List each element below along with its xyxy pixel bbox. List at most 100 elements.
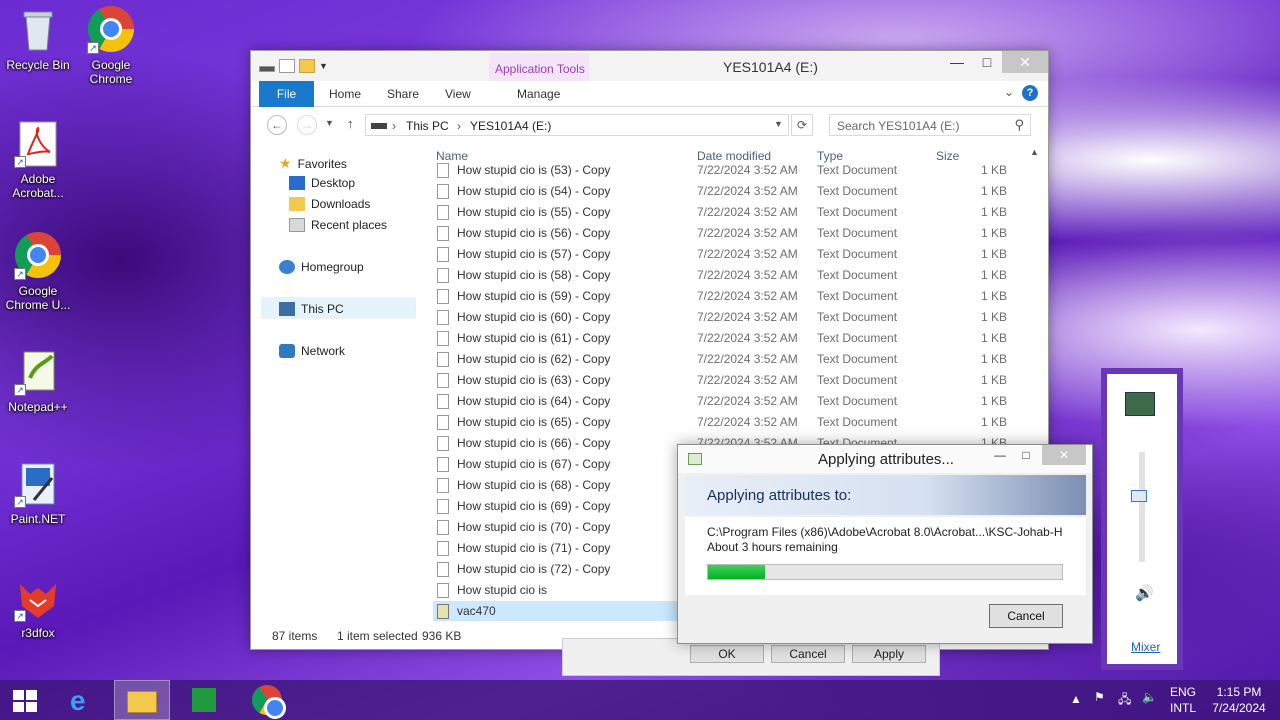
cancel-button[interactable]: Cancel — [771, 645, 845, 663]
ok-button[interactable]: OK — [690, 645, 764, 663]
computer-icon — [279, 302, 295, 316]
desktop-icon-recycle-bin[interactable]: Recycle Bin — [0, 6, 76, 72]
breadcrumb-drive[interactable]: YES101A4 (E:) — [470, 119, 551, 133]
refresh-button[interactable]: ⟳ — [791, 114, 813, 136]
file-size: 1 KB — [981, 184, 1008, 198]
chrome-icon — [252, 685, 286, 719]
properties-icon[interactable] — [279, 59, 295, 73]
file-name: How stupid cio is (56) - Copy — [457, 226, 611, 240]
close-button[interactable]: ✕ — [1002, 51, 1048, 73]
navigation-bar: ← → ▼ ↑ › This PC › YES101A4 (E:) ▼ ⟳ Se… — [251, 107, 1048, 143]
new-folder-icon[interactable] — [299, 59, 315, 73]
address-bar[interactable]: › This PC › YES101A4 (E:) ▼ — [365, 114, 789, 136]
cancel-button[interactable]: Cancel — [989, 604, 1063, 628]
taskbar-file-explorer[interactable] — [114, 680, 170, 720]
item-count: 87 items — [272, 629, 318, 643]
tab-view[interactable]: View — [445, 87, 471, 101]
table-row[interactable]: How stupid cio is (59) - Copy 7/22/2024 3… — [433, 286, 1033, 307]
sidebar-item-favorites[interactable]: ★ Favorites — [279, 155, 347, 172]
volume-tray-icon[interactable]: 🔈 — [1142, 690, 1157, 704]
maximize-button[interactable]: □ — [972, 51, 1002, 73]
sidebar-item-desktop[interactable]: Desktop — [289, 176, 355, 190]
table-row[interactable]: How stupid cio is (57) - Copy 7/22/2024 3… — [433, 244, 1033, 265]
chevron-down-icon[interactable]: ⌄ — [1004, 85, 1014, 99]
file-size: 1 KB — [981, 331, 1008, 345]
taskbar-store[interactable] — [176, 680, 232, 720]
taskbar-chrome[interactable] — [238, 680, 294, 720]
desktop-icon-paintnet[interactable]: ↗ Paint.NET — [0, 460, 76, 526]
file-name: How stupid cio is — [457, 583, 548, 597]
sidebar-item-homegroup[interactable]: Homegroup — [279, 260, 364, 274]
tab-home[interactable]: Home — [329, 87, 361, 101]
file-name: How stupid cio is (55) - Copy — [457, 205, 611, 219]
text-document-icon — [437, 541, 449, 556]
minimize-button[interactable]: — — [986, 445, 1014, 465]
sidebar-item-label: This PC — [301, 302, 344, 316]
forward-button[interactable]: → — [297, 115, 317, 135]
desktop-icon-label: Adobe Acrobat... — [12, 172, 64, 200]
mixer-link[interactable]: Mixer — [1131, 640, 1160, 654]
table-row[interactable]: How stupid cio is (61) - Copy 7/22/2024 3… — [433, 328, 1033, 349]
apply-button[interactable]: Apply — [852, 645, 926, 663]
minimize-button[interactable]: — — [942, 51, 972, 73]
maximize-button[interactable]: □ — [1012, 445, 1040, 465]
file-date: 7/22/2024 3:52 AM — [697, 331, 798, 345]
desktop-icon-google-chrome[interactable]: ↗ Google Chrome — [73, 6, 149, 86]
table-row[interactable]: How stupid cio is (65) - Copy 7/22/2024 3… — [433, 412, 1033, 433]
sidebar-item-this-pc[interactable]: This PC — [279, 302, 344, 316]
selection-count: 1 item selected — [337, 629, 418, 643]
table-row[interactable]: How stupid cio is (58) - Copy 7/22/2024 3… — [433, 265, 1033, 286]
customize-dropdown-icon[interactable]: ▼ — [319, 61, 328, 71]
dialog-banner: Applying attributes to: — [685, 475, 1086, 515]
file-date: 7/22/2024 3:52 AM — [697, 268, 798, 282]
help-icon[interactable]: ? — [1022, 85, 1038, 101]
back-button[interactable]: ← — [267, 115, 287, 135]
desktop-icon-label: Notepad++ — [8, 400, 68, 414]
up-button[interactable]: ↑ — [347, 116, 354, 131]
text-document-icon — [437, 562, 449, 577]
tab-manage[interactable]: Manage — [517, 87, 560, 101]
tab-share[interactable]: Share — [387, 87, 419, 101]
tab-file[interactable]: File — [259, 81, 314, 107]
address-dropdown-icon[interactable]: ▼ — [774, 119, 783, 129]
sidebar-item-recent-places[interactable]: Recent places — [289, 218, 387, 232]
desktop-icon-chrome-update[interactable]: ↗ Google Chrome U... — [0, 232, 76, 312]
network-tray-icon[interactable]: 🖧 — [1118, 690, 1131, 711]
clock[interactable]: 1:15 PM 7/24/2024 — [1206, 685, 1272, 715]
volume-slider-thumb[interactable] — [1131, 490, 1147, 502]
table-row[interactable]: How stupid cio is (63) - Copy 7/22/2024 3… — [433, 370, 1033, 391]
start-button[interactable] — [0, 680, 56, 720]
taskbar-internet-explorer[interactable]: e — [56, 680, 112, 720]
table-row[interactable]: How stupid cio is (64) - Copy 7/22/2024 3… — [433, 391, 1033, 412]
speaker-icon[interactable]: 🔊 — [1135, 584, 1154, 602]
file-name: How stupid cio is (65) - Copy — [457, 415, 611, 429]
explorer-titlebar[interactable]: ▼ Application Tools YES101A4 (E:) — □ ✕ — [251, 51, 1048, 101]
scroll-up-icon[interactable]: ▲ — [1030, 147, 1039, 157]
close-button[interactable]: ✕ — [1042, 445, 1086, 465]
table-row[interactable]: How stupid cio is (62) - Copy 7/22/2024 3… — [433, 349, 1033, 370]
desktop-icon-r3dfox[interactable]: ↗ r3dfox — [0, 574, 76, 640]
table-row[interactable]: How stupid cio is (60) - Copy 7/22/2024 3… — [433, 307, 1033, 328]
desktop-icon-notepadpp[interactable]: ↗ Notepad++ — [0, 348, 76, 414]
chevron-right-icon[interactable]: › — [392, 119, 396, 133]
breadcrumb-this-pc[interactable]: This PC — [406, 119, 449, 133]
search-input[interactable]: Search YES101A4 (E:) ⚲ — [829, 114, 1031, 136]
file-explorer-icon — [127, 691, 157, 713]
input-language-indicator[interactable]: ENG INTL — [1166, 685, 1200, 715]
table-row[interactable]: How stupid cio is (56) - Copy 7/22/2024 3… — [433, 223, 1033, 244]
volume-slider[interactable] — [1139, 452, 1145, 562]
table-row[interactable]: How stupid cio is (53) - Copy 7/22/2024 3… — [433, 160, 1033, 181]
recent-locations-dropdown[interactable]: ▼ — [325, 118, 334, 128]
table-row[interactable]: How stupid cio is (54) - Copy 7/22/2024 3… — [433, 181, 1033, 202]
show-hidden-icons[interactable]: ▲ — [1070, 692, 1082, 706]
flag-icon[interactable]: ⚑ — [1094, 690, 1105, 704]
dialog-titlebar[interactable]: Applying attributes... — □ ✕ — [678, 445, 1092, 473]
table-row[interactable]: How stupid cio is (55) - Copy 7/22/2024 3… — [433, 202, 1033, 223]
text-document-icon — [437, 289, 449, 304]
sidebar-item-network[interactable]: Network — [279, 344, 345, 358]
sidebar-item-downloads[interactable]: Downloads — [289, 197, 370, 211]
desktop-icon-adobe-acrobat[interactable]: ↗ Adobe Acrobat... — [0, 120, 76, 200]
sound-card-icon[interactable] — [1125, 392, 1155, 416]
dialog-body: C:\Program Files (x86)\Adobe\Acrobat 8.0… — [685, 517, 1086, 595]
chevron-right-icon[interactable]: › — [457, 119, 461, 133]
